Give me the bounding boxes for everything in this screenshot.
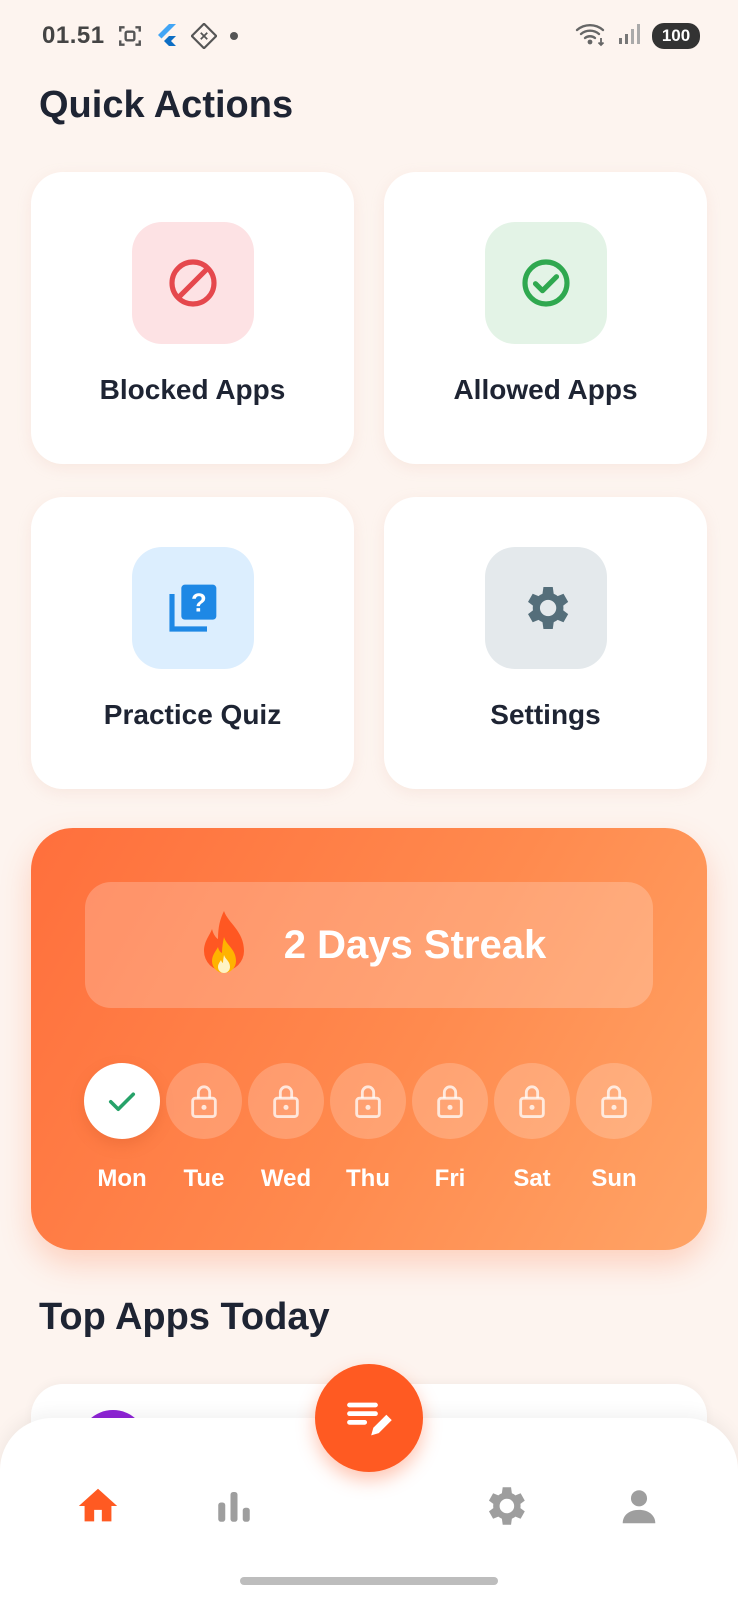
lock-icon [273, 1085, 299, 1118]
day-status-locked [576, 1063, 652, 1139]
day-label: Sun [591, 1165, 637, 1192]
practice-quiz-icon-tile: ? [131, 547, 254, 669]
nav-settings[interactable] [475, 1476, 535, 1536]
settings-card[interactable]: Settings [384, 497, 707, 789]
blocked-apps-label: Blocked Apps [99, 374, 286, 405]
day-status-locked [166, 1063, 242, 1139]
practice-quiz-card[interactable]: ? Practice Quiz [31, 497, 354, 789]
add-note-fab[interactable] [315, 1364, 423, 1472]
day-label: Tue [183, 1165, 225, 1192]
check-circle-icon [521, 259, 570, 307]
quick-actions-title: Quick Actions [39, 84, 294, 126]
day-label: Thu [346, 1165, 390, 1192]
day-label: Sat [513, 1165, 551, 1192]
allowed-apps-icon-tile [484, 222, 607, 344]
day-label: Mon [97, 1165, 147, 1192]
day-thu: Thu [329, 1063, 407, 1193]
home-indicator[interactable] [240, 1577, 498, 1585]
streak-banner: 2 Days Streak [85, 882, 653, 1008]
status-time: 01.51 [42, 22, 105, 49]
day-sat: Sat [493, 1063, 571, 1193]
day-label: Fri [434, 1165, 466, 1192]
day-status-completed [84, 1063, 160, 1139]
gear-icon [488, 1487, 525, 1525]
profile-icon [622, 1490, 656, 1524]
settings-icon-tile [484, 547, 607, 669]
check-icon [108, 1092, 136, 1112]
top-apps-title: Top Apps Today [39, 1296, 330, 1338]
edit-note-icon [347, 1402, 392, 1436]
day-fri: Fri [411, 1063, 489, 1193]
day-tue: Tue [165, 1063, 243, 1193]
practice-quiz-label: Practice Quiz [103, 699, 282, 730]
status-left: 01.51 [42, 22, 239, 50]
blocked-apps-icon-tile [131, 222, 254, 344]
signal-icon [618, 23, 642, 50]
nav-home[interactable] [68, 1476, 128, 1536]
lock-icon [519, 1085, 545, 1118]
screenshot-icon [117, 23, 143, 49]
status-right: 100 [574, 21, 700, 52]
day-status-locked [412, 1063, 488, 1139]
day-sun: Sun [575, 1063, 653, 1193]
day-status-locked [494, 1063, 570, 1139]
fire-icon [203, 911, 244, 973]
svg-text:?: ? [190, 590, 206, 618]
wifi-icon [574, 21, 608, 52]
battery-indicator: 100 [652, 23, 700, 49]
streak-text: 2 Days Streak [283, 922, 547, 967]
day-status-locked [330, 1063, 406, 1139]
gear-icon [527, 587, 568, 629]
streak-card: 2 Days Streak Mon Tue Wed Thu Fri Sat Su… [31, 828, 707, 1250]
block-icon [168, 259, 217, 307]
nav-stats[interactable] [204, 1476, 264, 1536]
lock-icon [191, 1085, 217, 1118]
lock-icon [355, 1085, 381, 1118]
day-status-locked [248, 1063, 324, 1139]
status-bar: 01.51 100 [0, 0, 738, 72]
allowed-apps-label: Allowed Apps [453, 374, 638, 405]
lock-icon [437, 1085, 463, 1118]
streak-days-row: Mon Tue Wed Thu Fri Sat Sun [83, 1063, 653, 1193]
nav-profile[interactable] [609, 1476, 669, 1536]
flutter-icon [155, 23, 179, 49]
home-icon [78, 1488, 118, 1522]
day-mon: Mon [83, 1063, 161, 1193]
dot-icon [229, 31, 239, 41]
lock-icon [601, 1085, 627, 1118]
app-notification-icon [190, 23, 217, 49]
stats-icon [218, 1492, 250, 1522]
day-label: Wed [260, 1165, 312, 1192]
day-wed: Wed [247, 1063, 325, 1193]
settings-label: Settings [490, 699, 601, 730]
allowed-apps-card[interactable]: Allowed Apps [384, 172, 707, 464]
blocked-apps-card[interactable]: Blocked Apps [31, 172, 354, 464]
quiz-icon: ? [168, 584, 216, 632]
